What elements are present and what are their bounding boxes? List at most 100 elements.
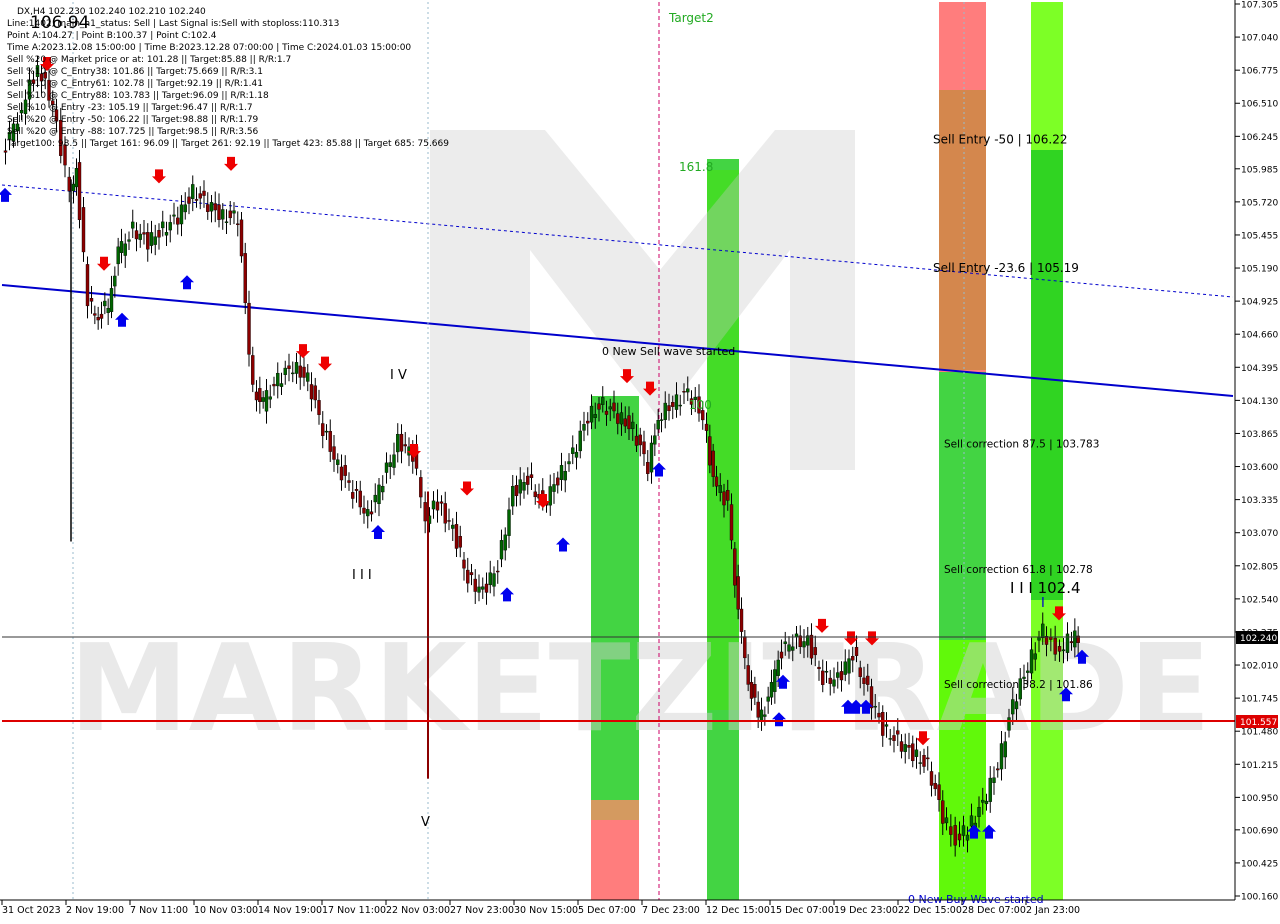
candle-body	[309, 384, 314, 400]
candle-body	[251, 355, 255, 385]
y-tick-label: 100.690	[1241, 826, 1278, 836]
candle-body	[914, 749, 919, 757]
candle-body	[571, 447, 575, 454]
candle-body	[232, 210, 236, 214]
candle-body	[779, 651, 784, 659]
candle-body	[616, 413, 620, 424]
x-tick-label: 31 Oct 2023	[2, 905, 61, 916]
y-tick-label: 102.805	[1241, 562, 1278, 572]
candle-body	[287, 365, 291, 369]
candle-body	[847, 658, 851, 674]
candle-body	[443, 503, 447, 524]
candle-body	[469, 572, 474, 576]
info-line: Target100: 98.5 || Target 161: 96.09 || …	[6, 139, 449, 149]
candle-body	[773, 669, 777, 692]
candle-body	[1003, 741, 1007, 758]
y-tick-label: 103.335	[1241, 496, 1278, 506]
candle-body	[202, 190, 206, 196]
candle-body	[499, 540, 504, 560]
candle-body	[839, 671, 844, 681]
candle-body	[843, 661, 847, 675]
candle-body	[1037, 637, 1041, 641]
candle-body	[656, 420, 660, 430]
candle-body	[213, 203, 217, 211]
price-chart[interactable]: MARKETZITRADE Target2 161.8 100 0 New Se…	[0, 0, 1280, 920]
candle-body	[354, 488, 359, 491]
candle-body	[992, 777, 996, 783]
candle-body	[851, 656, 855, 661]
candle-body	[984, 800, 989, 805]
candle-body	[384, 462, 389, 473]
wave-v-label: V	[421, 815, 430, 830]
x-tick-label: 14 Nov 19:00	[258, 905, 322, 916]
candle-body	[1007, 717, 1011, 731]
candle-body	[981, 799, 985, 803]
candle-body	[496, 570, 500, 573]
candle-body	[518, 479, 522, 494]
info-line: Sell %20 @ Entry -50: 106.22 || Target:9…	[7, 115, 259, 125]
candle-body	[477, 586, 481, 593]
candle-body	[272, 383, 276, 387]
x-tick-label: 10 Nov 03:00	[194, 905, 258, 916]
candle-body	[194, 199, 199, 201]
candle-body	[431, 500, 436, 510]
candle-body	[922, 755, 926, 767]
candle-body	[369, 511, 374, 515]
candle-body	[228, 210, 232, 219]
candle-body	[933, 783, 937, 790]
candle-body	[161, 221, 165, 229]
candle-body	[451, 524, 455, 529]
chart-background	[0, 0, 1280, 920]
candle-body	[559, 465, 564, 480]
candle-body	[362, 507, 366, 514]
candle-body	[403, 444, 407, 447]
candle-body	[373, 494, 377, 503]
y-tick-label: 101.745	[1241, 695, 1278, 705]
candle-body	[71, 183, 76, 192]
candle-body	[317, 400, 321, 415]
candle-body	[324, 430, 329, 433]
candle-body	[247, 302, 251, 355]
candle-body	[949, 826, 953, 835]
candle-body	[556, 477, 560, 486]
candle-body	[854, 647, 859, 656]
candle-body	[574, 451, 579, 458]
y-tick-label: 103.070	[1241, 529, 1278, 539]
candle-body	[291, 372, 295, 375]
candle-body	[146, 232, 150, 250]
info-line: Line:1402, main_h1_status: Sell | Last S…	[7, 19, 339, 29]
candle-body	[243, 253, 247, 304]
candle-body	[659, 419, 664, 421]
candle-body	[454, 524, 459, 549]
candle-body	[492, 573, 496, 587]
candle-body	[358, 490, 362, 508]
candle-body	[351, 492, 355, 499]
candle-body	[612, 402, 616, 412]
x-tick-label: 7 Nov 11:00	[130, 905, 188, 916]
candle-body	[127, 239, 131, 242]
candle-body	[787, 644, 791, 652]
candle-body	[268, 396, 272, 400]
candle-body	[347, 480, 351, 483]
y-tick-label: 105.985	[1241, 165, 1278, 175]
candle-body	[176, 217, 180, 225]
x-tick-label: 19 Dec 23:00	[834, 905, 898, 916]
candle-body	[563, 471, 567, 481]
candle-body	[399, 433, 404, 452]
candle-body	[514, 484, 519, 497]
y-tick-label: 105.455	[1241, 231, 1278, 241]
candle-body	[1014, 701, 1019, 710]
info-line: Point A:104.27 | Point B:100.37 | Point …	[7, 31, 217, 41]
target2-label: Target2	[668, 11, 714, 25]
candle-body	[828, 677, 832, 684]
x-tick-label: 2 Nov 19:00	[66, 905, 124, 916]
candle-body	[877, 712, 881, 718]
candle-body	[604, 410, 609, 415]
level-label: Sell correction 87.5 | 103.783	[944, 439, 1099, 451]
candle-body	[77, 162, 82, 220]
candle-body	[435, 501, 440, 511]
level-label: Sell correction 38.2 | 101.86	[944, 679, 1093, 691]
candle-body	[302, 366, 306, 378]
info-line: Sell %20 @ Market price or at: 101.28 ||…	[7, 55, 291, 65]
candle-body	[172, 214, 176, 217]
